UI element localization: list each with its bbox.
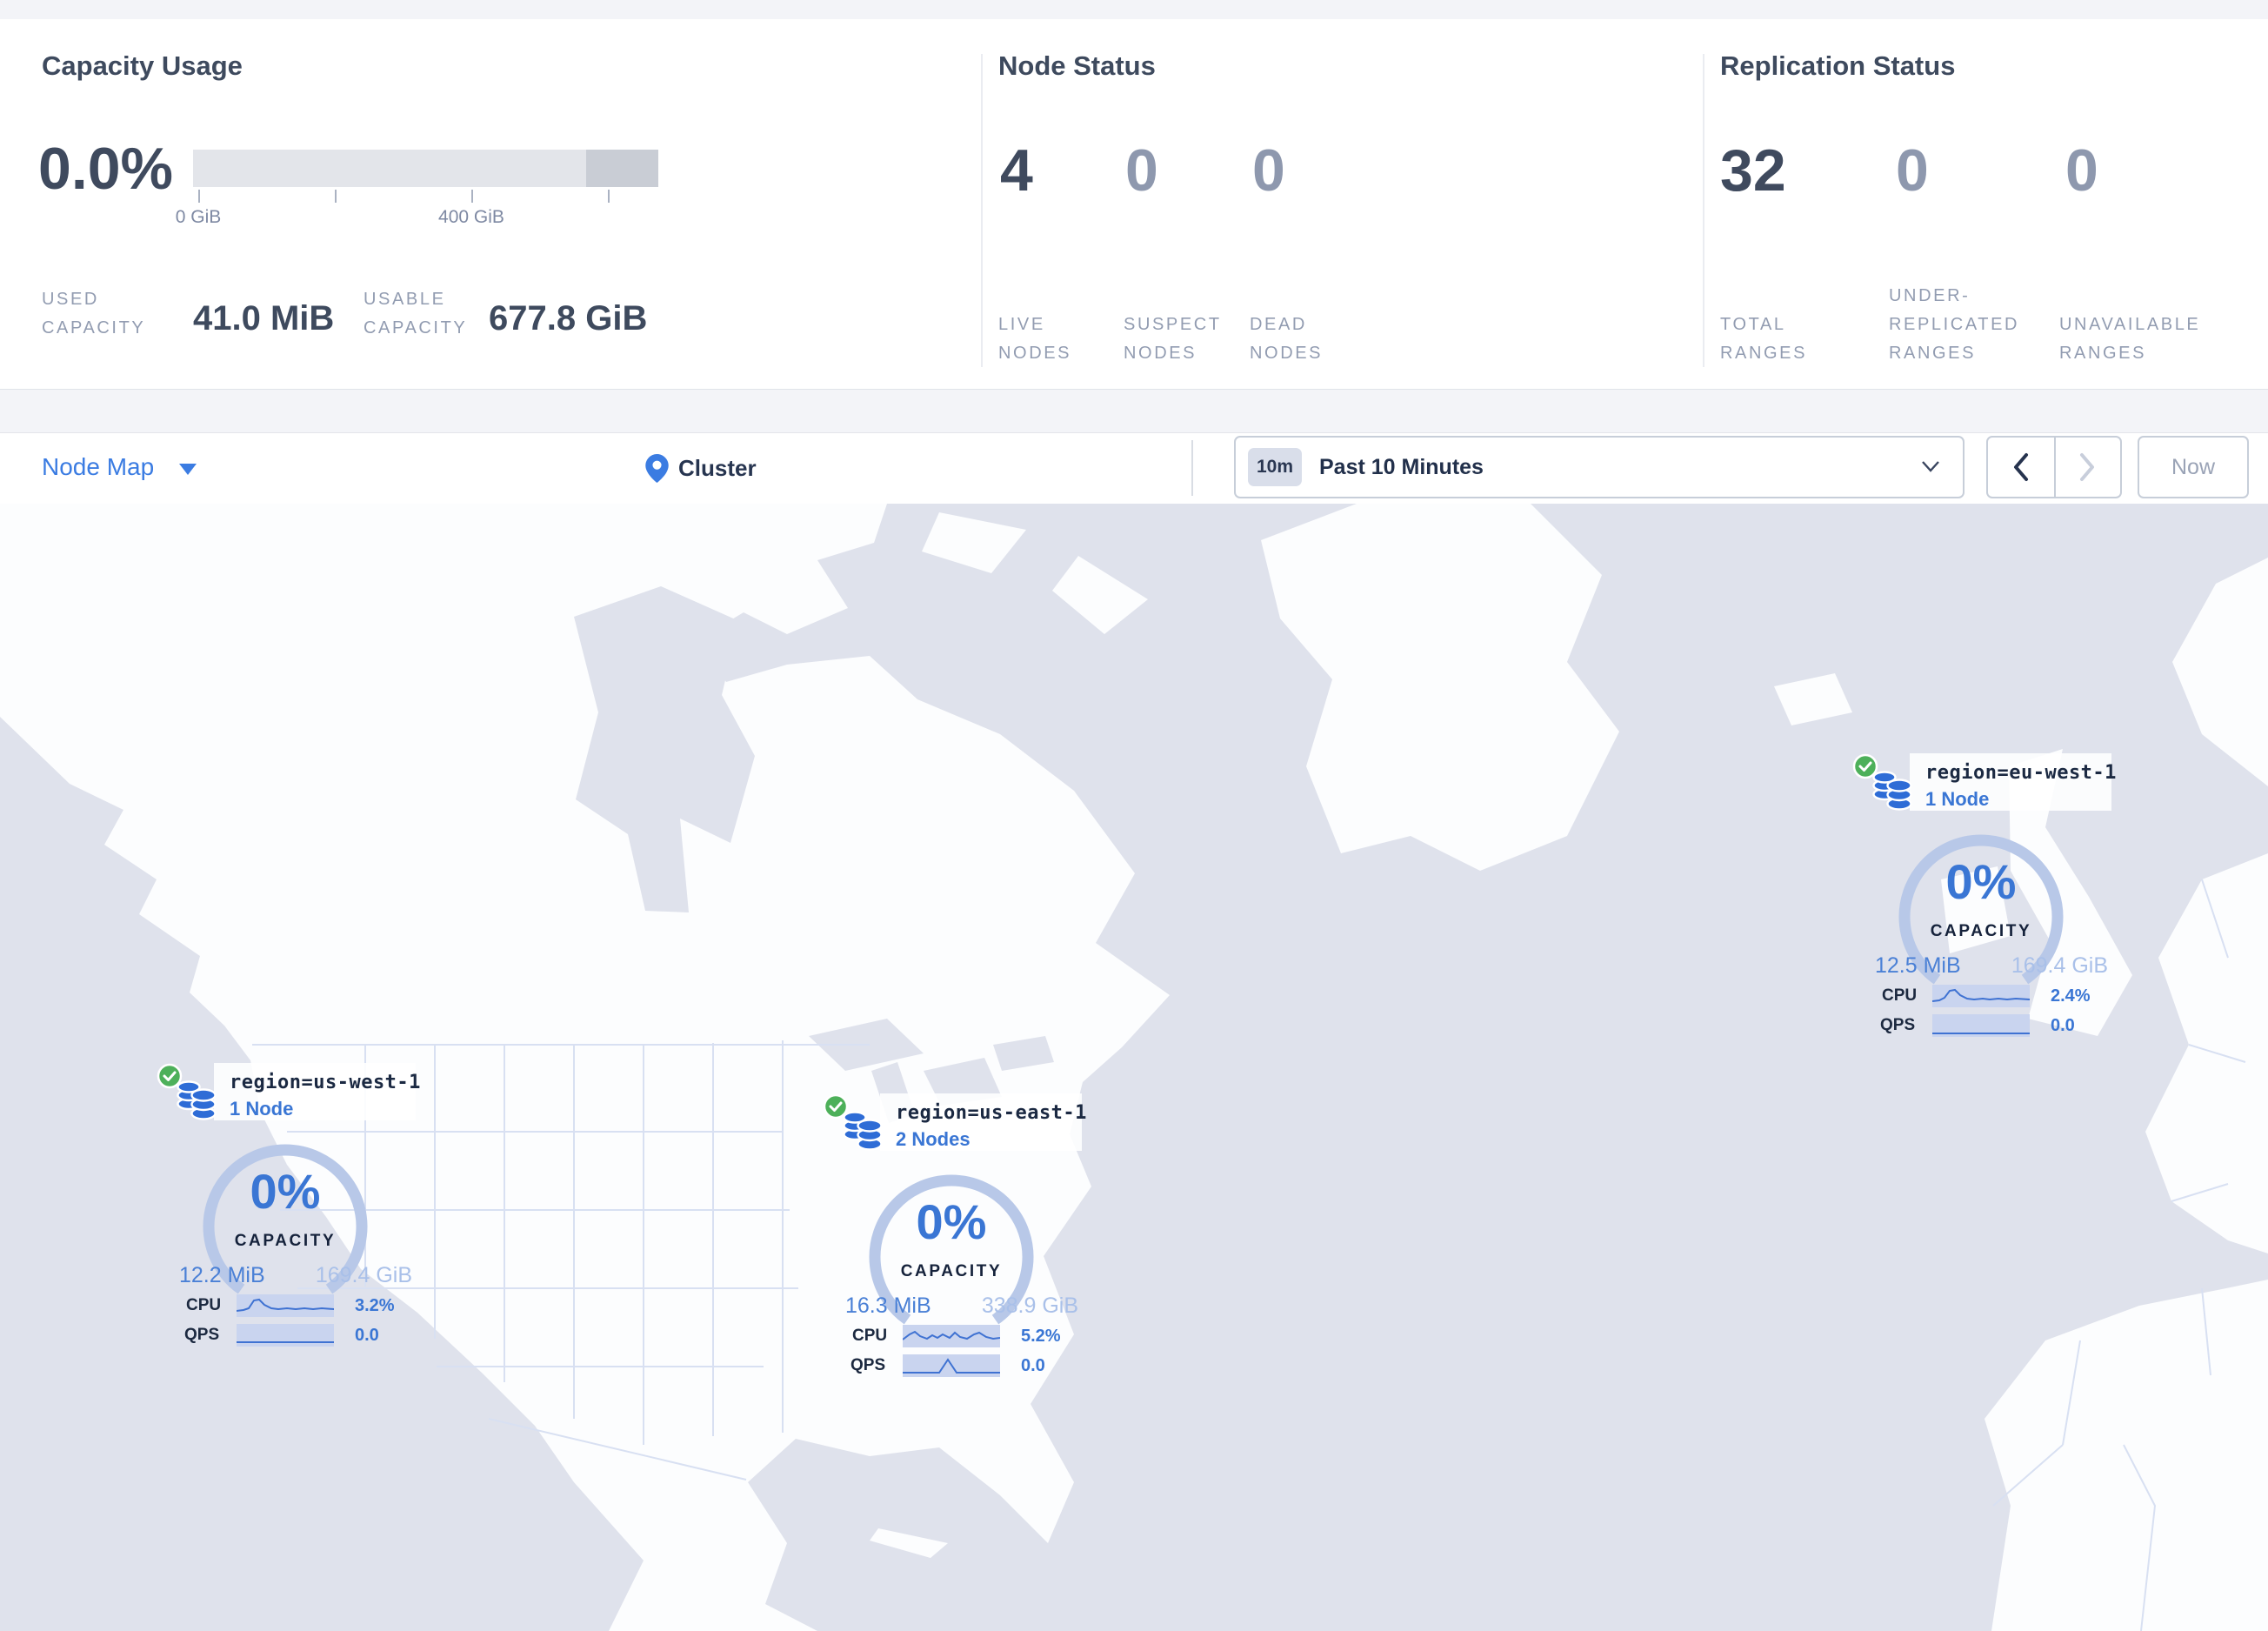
usable-capacity-label: USABLE CAPACITY — [364, 290, 468, 338]
time-prev-button[interactable] — [1988, 438, 2056, 497]
region-node-count[interactable]: 1 Node — [230, 1098, 293, 1120]
cpu-value: 5.2% — [1021, 1327, 1061, 1346]
database-stack-icon — [1871, 771, 1913, 815]
view-selector-dropdown[interactable]: Node Map — [42, 453, 154, 481]
cpu-value: 2.4% — [2051, 986, 2091, 1006]
cpu-sparkline — [902, 1325, 1001, 1347]
replication-status-title: Replication Status — [1720, 50, 1956, 81]
total-ranges-count: 32 — [1720, 137, 1786, 204]
time-range-value: Past 10 Minutes — [1319, 454, 1484, 479]
region-total-capacity: 338.9 GiB — [981, 1293, 1078, 1318]
region-node-count[interactable]: 1 Node — [1925, 788, 1989, 811]
section-divider — [981, 54, 983, 367]
toolbar-divider — [1191, 440, 1193, 496]
region-used-capacity: 12.5 MiB — [1875, 953, 1961, 978]
qps-sparkline — [237, 1324, 334, 1347]
qps-value: 0.0 — [355, 1326, 379, 1345]
used-capacity-label: USED CAPACITY — [42, 290, 146, 338]
breadcrumb-cluster[interactable]: Cluster — [678, 455, 757, 482]
axis-tick — [335, 190, 337, 203]
unavailable-count: 0 — [2065, 137, 2098, 204]
region-node-count[interactable]: 2 Nodes — [896, 1128, 971, 1151]
region-name: region=us-west-1 — [230, 1072, 421, 1093]
axis-tick — [608, 190, 610, 203]
database-stack-icon — [842, 1111, 884, 1155]
time-next-button[interactable] — [2054, 438, 2120, 497]
time-range-select[interactable]: 10m Past 10 Minutes — [1234, 436, 1964, 498]
capacity-tick-400: 400 GiB — [438, 207, 504, 227]
section-divider — [1703, 54, 1704, 367]
cluster-summary-band: Capacity Usage 0.0% 0 GiB 400 GiB USED C… — [0, 19, 2268, 390]
suspect-nodes-label: SUSPECT NODES — [1124, 315, 1222, 363]
qps-value: 0.0 — [2051, 1016, 2075, 1035]
region-name: region=us-east-1 — [896, 1102, 1087, 1124]
qps-label: QPS — [184, 1326, 220, 1344]
time-range-badge: 10m — [1248, 448, 1302, 486]
map-toolbar: Node Map Cluster 10m Past 10 Minutes Now — [0, 432, 2268, 505]
database-stack-icon — [176, 1080, 217, 1125]
dead-nodes-count: 0 — [1252, 137, 1285, 204]
region-used-capacity: 16.3 MiB — [845, 1293, 931, 1318]
region-total-capacity: 169.4 GiB — [2011, 953, 2108, 978]
time-step-buttons — [1986, 436, 2122, 498]
total-ranges-label: TOTAL RANGES — [1720, 315, 1808, 363]
cpu-sparkline — [236, 1294, 335, 1317]
capacity-used-percent: 0.0% — [38, 136, 173, 202]
region-total-capacity: 169.4 GiB — [315, 1263, 412, 1287]
region-marker-us-west-1[interactable]: region=us-west-1 1 Node 0% CAPACITY 12.2… — [157, 1059, 420, 1364]
region-marker-eu-west-1[interactable]: region=eu-west-1 1 Node 0% CAPACITY 12.5… — [1852, 750, 2116, 1054]
qps-label: QPS — [850, 1356, 886, 1374]
qps-sparkline — [1932, 1014, 2030, 1037]
capacity-bar-reserved-segment — [586, 150, 658, 187]
capacity-bar — [193, 150, 658, 187]
live-nodes-label: LIVE NODES — [998, 315, 1072, 363]
now-button[interactable]: Now — [2138, 436, 2249, 498]
chevron-down-icon[interactable] — [179, 464, 197, 475]
capacity-usage-title: Capacity Usage — [42, 50, 243, 81]
qps-value: 0.0 — [1021, 1356, 1045, 1375]
usable-capacity-value: 677.8 GiB — [489, 299, 648, 338]
cpu-label: CPU — [1882, 986, 1918, 1005]
chevron-down-icon — [1921, 460, 1940, 477]
node-status-title: Node Status — [998, 50, 1156, 81]
cpu-label: CPU — [186, 1296, 222, 1314]
qps-sparkline — [903, 1354, 1000, 1377]
region-capacity-percent: 0% — [250, 1164, 321, 1219]
axis-tick — [471, 190, 473, 203]
capacity-tick-0: 0 GiB — [175, 207, 222, 227]
live-nodes-count: 4 — [1000, 137, 1033, 204]
cluster-overview-page: Capacity Usage 0.0% 0 GiB 400 GiB USED C… — [0, 0, 2268, 1631]
used-capacity-value: 41.0 MiB — [193, 299, 335, 338]
axis-tick — [198, 190, 200, 203]
under-replicated-count: 0 — [1896, 137, 1929, 204]
qps-label: QPS — [1880, 1016, 1916, 1034]
cpu-label: CPU — [852, 1327, 888, 1345]
region-name: region=eu-west-1 — [1925, 762, 2117, 784]
cpu-sparkline — [1931, 985, 2031, 1007]
region-used-capacity: 12.2 MiB — [179, 1263, 265, 1287]
region-capacity-label: CAPACITY — [1930, 922, 2032, 940]
cpu-value: 3.2% — [355, 1296, 395, 1315]
under-replicated-label: UNDER-REPLICATED RANGES — [1889, 286, 2020, 363]
region-capacity-percent: 0% — [916, 1194, 987, 1249]
region-marker-us-east-1[interactable]: region=us-east-1 2 Nodes 0% CAPACITY 16.… — [823, 1090, 1087, 1394]
region-capacity-label: CAPACITY — [234, 1232, 337, 1250]
location-pin-icon — [645, 454, 669, 487]
suspect-nodes-count: 0 — [1125, 137, 1158, 204]
unavailable-label: UNAVAILABLE RANGES — [2059, 315, 2201, 363]
dead-nodes-label: DEAD NODES — [1250, 315, 1324, 363]
region-capacity-label: CAPACITY — [900, 1262, 1003, 1280]
region-capacity-percent: 0% — [1945, 854, 2017, 909]
